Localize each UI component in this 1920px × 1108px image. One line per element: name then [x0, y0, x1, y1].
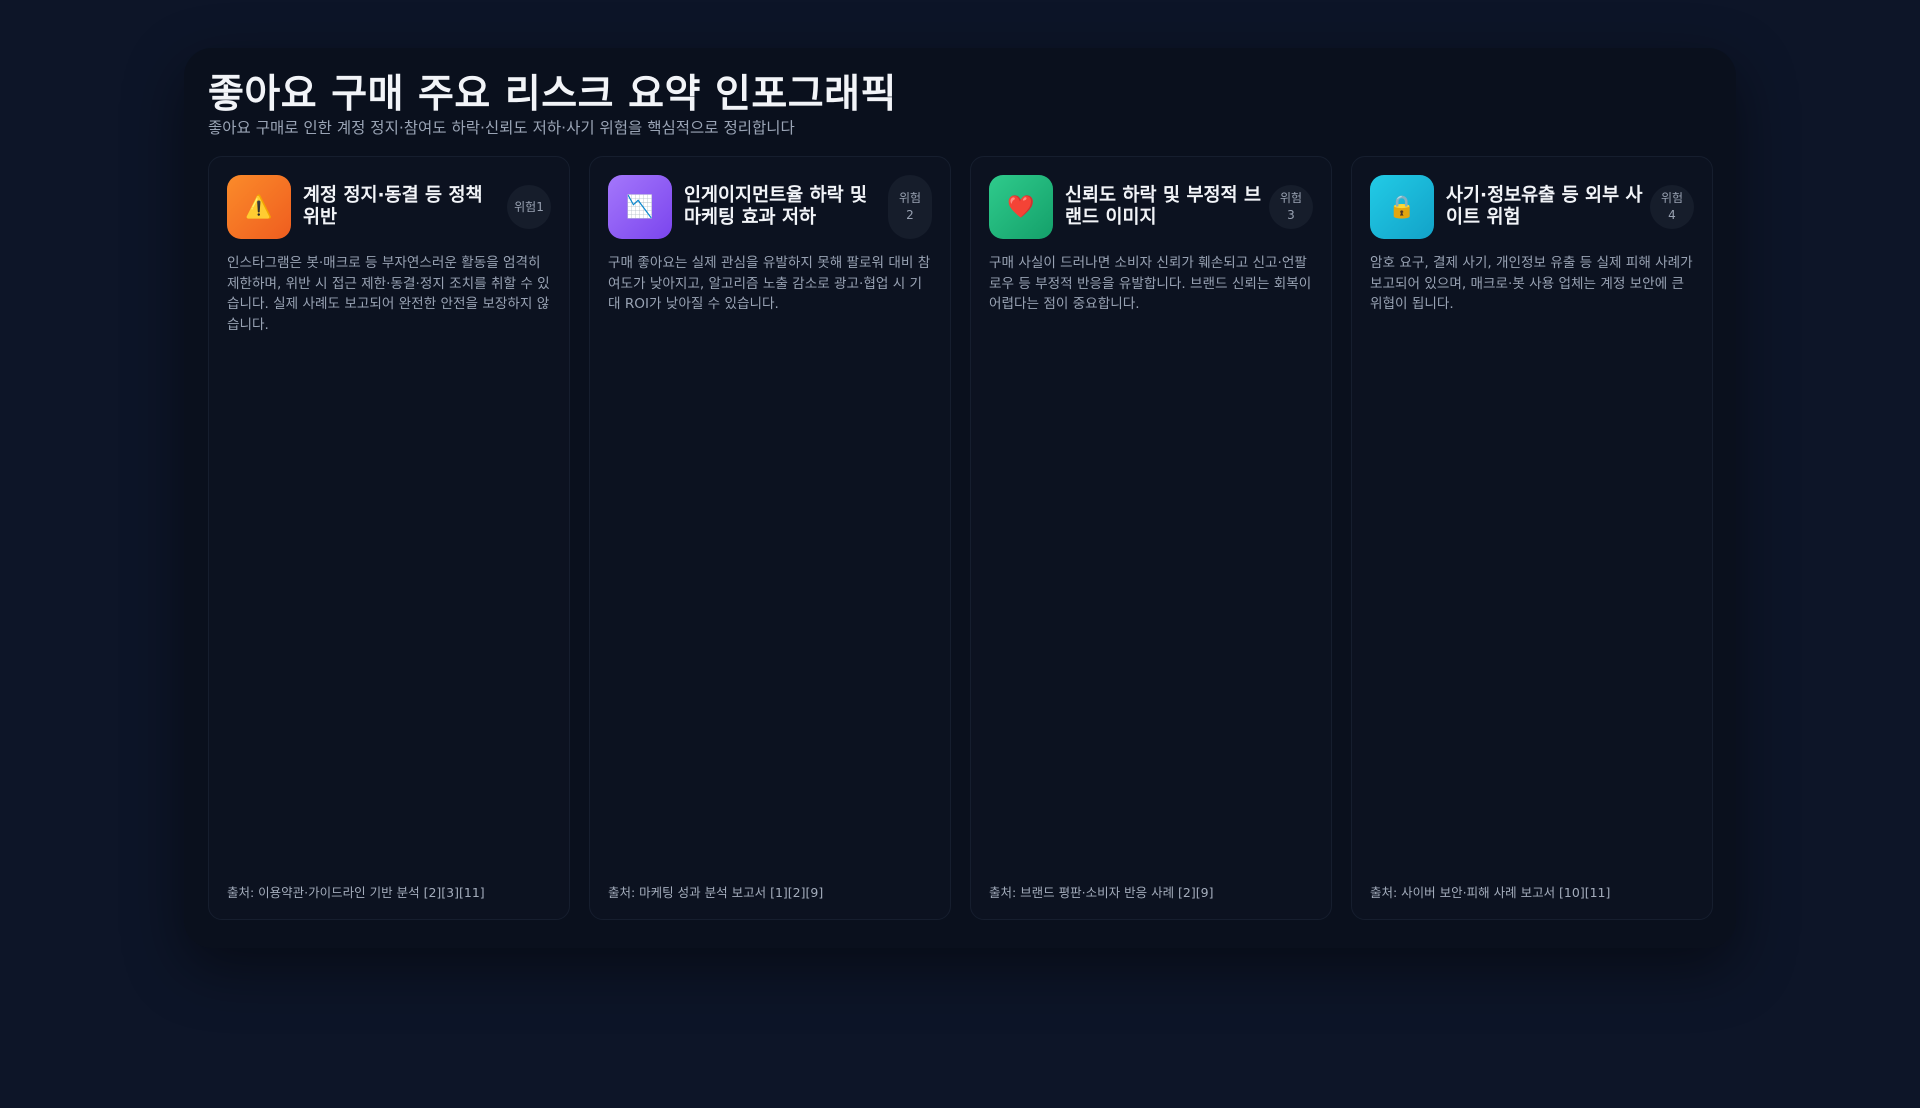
card-description: 구매 좋아요는 실제 관심을 유발하지 못해 팔로워 대비 참여도가 낮아지고,… — [608, 255, 931, 312]
risk-badge: 위험1 — [507, 185, 551, 229]
card-title: 인게이지먼트율 하락 및 마케팅 효과 저하 — [684, 185, 868, 228]
risk-card-2: 📉 인게이지먼트율 하락 및 마케팅 효과 저하 위험2 구매 좋아요는 실제 … — [589, 156, 951, 920]
heart-icon: ❤️ — [989, 175, 1053, 239]
page-subtitle: 좋아요 구매로 인한 계정 정지·참여도 하락·신뢰도 저하·사기 위험을 핵심… — [208, 119, 795, 137]
card-source: 출처: 마케팅 성과 분석 보고서 [1][2][9] — [608, 885, 824, 900]
page-title: 좋아요 구매 주요 리스크 요약 인포그래픽 — [208, 72, 897, 117]
card-description: 구매 사실이 드러나면 소비자 신뢰가 훼손되고 신고·언팔로우 등 부정적 반… — [989, 255, 1312, 312]
card-description: 암호 요구, 결제 사기, 개인정보 유출 등 실제 피해 사례가 보고되어 있… — [1370, 255, 1693, 312]
card-header: 📉 인게이지먼트율 하락 및 마케팅 효과 저하 위험2 — [608, 175, 932, 239]
card-header: ❤️ 신뢰도 하락 및 부정적 브랜드 이미지 위험3 — [989, 175, 1313, 239]
card-source: 출처: 사이버 보안·피해 사례 보고서 [10][11] — [1370, 885, 1611, 900]
chart-down-icon: 📉 — [608, 175, 672, 239]
card-title: 계정 정지·동결 등 정책 위반 — [303, 185, 483, 228]
card-title: 사기·정보유출 등 외부 사이트 위험 — [1446, 185, 1643, 228]
risk-badge: 위험3 — [1269, 185, 1313, 229]
risk-card-3: ❤️ 신뢰도 하락 및 부정적 브랜드 이미지 위험3 구매 사실이 드러나면 … — [970, 156, 1332, 920]
card-title: 신뢰도 하락 및 부정적 브랜드 이미지 — [1065, 185, 1261, 228]
risk-cards: ⚠️ 계정 정지·동결 등 정책 위반 위험1 인스타그램은 봇·매크로 등 부… — [208, 156, 1713, 920]
card-description: 인스타그램은 봇·매크로 등 부자연스러운 활동을 엄격히 제한하며, 위반 시… — [227, 255, 550, 333]
risk-card-1: ⚠️ 계정 정지·동결 등 정책 위반 위험1 인스타그램은 봇·매크로 등 부… — [208, 156, 570, 920]
card-source: 출처: 이용약관·가이드라인 기반 분석 [2][3][11] — [227, 885, 485, 900]
risk-card-4: 🔒 사기·정보유출 등 외부 사이트 위험 위험4 암호 요구, 결제 사기, … — [1351, 156, 1713, 920]
risk-badge: 위험2 — [888, 175, 932, 239]
card-header: 🔒 사기·정보유출 등 외부 사이트 위험 위험4 — [1370, 175, 1694, 239]
infographic-panel: 좋아요 구매 주요 리스크 요약 인포그래픽 좋아요 구매로 인한 계정 정지·… — [184, 48, 1736, 948]
card-header: ⚠️ 계정 정지·동결 등 정책 위반 위험1 — [227, 175, 551, 239]
card-source: 출처: 브랜드 평판·소비자 반응 사례 [2][9] — [989, 885, 1214, 900]
risk-badge: 위험4 — [1650, 185, 1694, 229]
warning-icon: ⚠️ — [227, 175, 291, 239]
lock-icon: 🔒 — [1370, 175, 1434, 239]
